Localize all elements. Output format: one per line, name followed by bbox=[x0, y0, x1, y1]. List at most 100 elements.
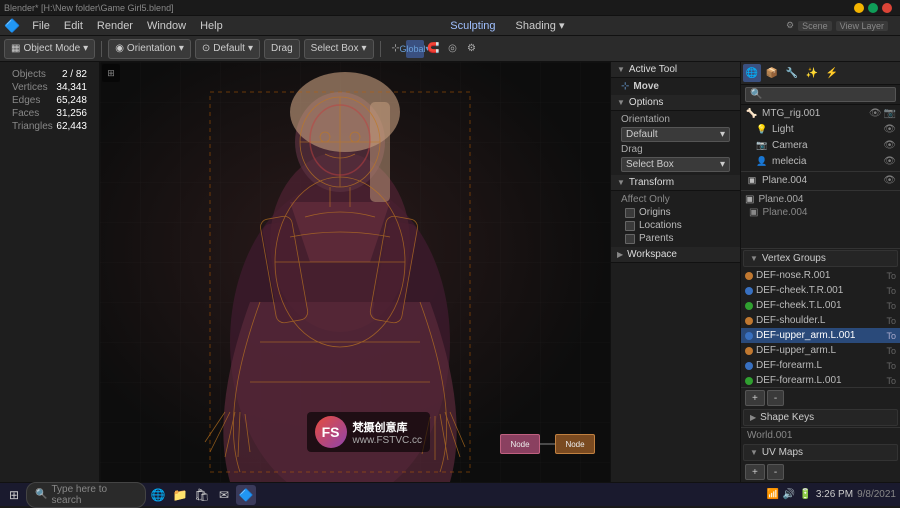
workspace-toggle bbox=[617, 249, 623, 260]
menu-help[interactable]: Help bbox=[194, 16, 229, 36]
workspace-sculpting[interactable]: Sculpting bbox=[444, 16, 501, 36]
vg-item-1[interactable]: DEF-cheek.T.R.001 To bbox=[741, 283, 900, 298]
drag-val-row[interactable]: Select Box ▾ bbox=[617, 156, 734, 173]
active-tool-header[interactable]: Active Tool bbox=[611, 62, 740, 78]
taskbar-icon-store[interactable]: 🛍 bbox=[192, 485, 212, 505]
select-box-btn[interactable]: Select Box ▾ bbox=[304, 39, 374, 59]
minimize-btn[interactable] bbox=[854, 3, 864, 13]
mode-select-btn[interactable]: ▦ Object Mode ▾ bbox=[4, 39, 95, 59]
options-header[interactable]: Options bbox=[611, 95, 740, 111]
active-tool-content: ⊹ Move bbox=[611, 78, 740, 95]
menu-window[interactable]: Window bbox=[141, 16, 192, 36]
sk-toggle bbox=[750, 412, 756, 423]
object-icon[interactable]: 📦 bbox=[763, 64, 781, 82]
light-visibility-icon[interactable]: 👁 bbox=[883, 124, 896, 135]
visibility-icon[interactable]: 👁 bbox=[869, 108, 882, 119]
vg-to-icon-1: To bbox=[886, 286, 896, 296]
parents-checkbox[interactable] bbox=[625, 234, 635, 244]
taskbar-icon-mail[interactable]: ✉ bbox=[214, 485, 234, 505]
vg-buttons: + - bbox=[741, 388, 900, 408]
window-title: Blender* [H:\New folder\Game Girl5.blend… bbox=[4, 3, 854, 13]
viewport-menu-icon[interactable]: ⊞ bbox=[102, 64, 120, 82]
vg-item-0[interactable]: DEF-nose.R.001 To bbox=[741, 268, 900, 283]
node-connections bbox=[500, 424, 600, 474]
scene-tree: 🦴 MTG_rig.001 👁 📷 💡 Light 👁 📷 Camera bbox=[741, 105, 900, 248]
global-selector[interactable]: Global ▾ bbox=[406, 40, 424, 58]
engine-selector[interactable]: ⚙ bbox=[786, 20, 794, 31]
plane-sub-item[interactable]: ▣ Plane.004 bbox=[741, 206, 900, 219]
vg-item-6[interactable]: DEF-forearm.L To bbox=[741, 358, 900, 373]
uvm-remove-btn[interactable]: - bbox=[767, 464, 784, 480]
drag-btn[interactable]: Drag bbox=[264, 39, 300, 59]
menu-render[interactable]: Render bbox=[91, 16, 139, 36]
mode-select-icon: ▦ bbox=[11, 43, 20, 54]
orientation-val-row[interactable]: Default ▾ bbox=[617, 126, 734, 143]
taskbar-search-bar[interactable]: 🔍 Type here to search bbox=[26, 482, 146, 508]
scene-selector[interactable]: Scene bbox=[798, 21, 832, 31]
scene-item-light[interactable]: 💡 Light 👁 bbox=[741, 121, 900, 137]
vg-item-7[interactable]: DEF-forearm.L.001 To bbox=[741, 373, 900, 388]
scene-item-mtgrig[interactable]: 🦴 MTG_rig.001 👁 📷 bbox=[741, 105, 900, 121]
camera-visibility-icon[interactable]: 👁 bbox=[883, 140, 896, 151]
plane-prop-header: ▣ Plane.004 bbox=[741, 193, 900, 206]
modifier-icon[interactable]: 🔧 bbox=[783, 64, 801, 82]
taskbar-icon-folder[interactable]: 📁 bbox=[170, 485, 190, 505]
scene-item-plane004-1[interactable]: ▣ Plane.004 👁 bbox=[741, 172, 900, 188]
plane-visibility-icon[interactable]: 👁 bbox=[883, 175, 896, 186]
scene-item-melecia[interactable]: 👤 melecia 👁 bbox=[741, 153, 900, 169]
maximize-btn[interactable] bbox=[868, 3, 878, 13]
vg-to-icon-2: To bbox=[886, 301, 896, 311]
render-icon[interactable]: 📷 bbox=[884, 108, 896, 119]
workspace-shading[interactable]: Shading ▾ bbox=[510, 16, 571, 36]
view-layer-selector[interactable]: View Layer bbox=[836, 21, 888, 31]
vg-remove-btn[interactable]: - bbox=[767, 390, 784, 406]
proportional-edit-icon[interactable]: ◎ bbox=[444, 40, 462, 58]
3d-viewport[interactable]: ⊞ Node Node FS 梵摄创意库 www.FSTVC.cc bbox=[100, 62, 610, 482]
taskbar-icon-blender[interactable]: 🔷 bbox=[236, 485, 256, 505]
menu-file[interactable]: File bbox=[26, 16, 56, 36]
triangles-stat: Triangles 62,443 bbox=[6, 120, 93, 133]
scene-item-camera[interactable]: 📷 Camera 👁 bbox=[741, 137, 900, 153]
options-content: Orientation Default ▾ Drag Select Box ▾ bbox=[611, 111, 740, 175]
windows-icon[interactable]: ⊞ bbox=[4, 485, 24, 505]
menu-blender-logo[interactable]: 🔷 bbox=[4, 18, 20, 34]
objects-stat: Objects 2 / 82 bbox=[6, 68, 93, 81]
faces-stat: Faces 31,256 bbox=[6, 107, 93, 120]
mini-node-editor: Node Node bbox=[500, 424, 600, 474]
vg-add-btn[interactable]: + bbox=[745, 390, 765, 406]
vg-item-5[interactable]: DEF-upper_arm.L To bbox=[741, 343, 900, 358]
physics-icon[interactable]: ⚡ bbox=[823, 64, 841, 82]
light-icon: 💡 bbox=[755, 122, 769, 136]
locations-checkbox[interactable] bbox=[625, 221, 635, 231]
uv-maps-header[interactable]: UV Maps bbox=[743, 444, 898, 461]
drag-row: Drag bbox=[617, 143, 734, 156]
watermark: FS 梵摄创意库 www.FSTVC.cc bbox=[307, 412, 430, 452]
shape-keys-header[interactable]: Shape Keys bbox=[743, 409, 898, 426]
vg-item-4[interactable]: DEF-upper_arm.L.001 To bbox=[741, 328, 900, 343]
vg-dot-6 bbox=[745, 362, 753, 370]
pivot-point-btn[interactable]: ⊙ Default ▾ bbox=[195, 39, 260, 59]
active-tool-toggle bbox=[617, 64, 625, 75]
viewport-shading-btn[interactable]: ◉ Orientation ▾ bbox=[108, 39, 191, 59]
taskbar-icon-edge[interactable]: 🌐 bbox=[148, 485, 168, 505]
melecia-visibility-icon[interactable]: 👁 bbox=[883, 156, 896, 167]
vg-item-2[interactable]: DEF-cheek.T.L.001 To bbox=[741, 298, 900, 313]
snap-icon[interactable]: 🧲 bbox=[425, 40, 443, 58]
particles-icon[interactable]: ✨ bbox=[803, 64, 821, 82]
menu-edit[interactable]: Edit bbox=[58, 16, 89, 36]
origins-checkbox[interactable] bbox=[625, 208, 635, 218]
vertex-groups-header[interactable]: Vertex Groups bbox=[743, 250, 898, 267]
sep2 bbox=[380, 41, 381, 57]
close-btn[interactable] bbox=[882, 3, 892, 13]
scene-icon[interactable]: 🌐 bbox=[743, 64, 761, 82]
transform-header[interactable]: Transform bbox=[611, 175, 740, 191]
workspace-header[interactable]: Workspace bbox=[611, 247, 740, 263]
uvm-add-btn[interactable]: + bbox=[745, 464, 765, 480]
vg-dot-2 bbox=[745, 302, 753, 310]
scene-search[interactable]: 🔍 bbox=[745, 87, 896, 102]
tray-battery-icon: 🔋 bbox=[799, 489, 811, 500]
mode-dropdown-icon: ▾ bbox=[83, 43, 88, 54]
options-icon[interactable]: ⚙ bbox=[463, 40, 481, 58]
vg-item-3[interactable]: DEF-shoulder.L To bbox=[741, 313, 900, 328]
plane-sub-icon: ▣ bbox=[749, 207, 758, 218]
